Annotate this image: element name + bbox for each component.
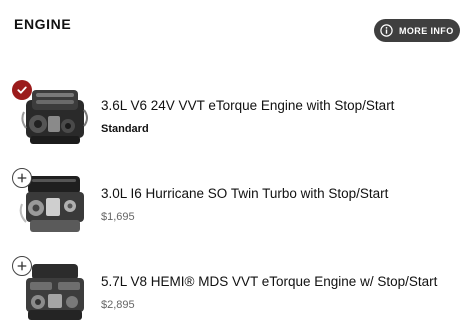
option-name: 5.7L V8 HEMI® MDS VVT eTorque Engine w/ … <box>101 274 438 289</box>
selected-check-icon[interactable] <box>12 80 32 100</box>
section-title: ENGINE <box>14 16 72 32</box>
engine-option-3-6l-v6[interactable]: 3.6L V6 24V VVT eTorque Engine with Stop… <box>0 80 470 160</box>
more-info-label: MORE INFO <box>399 25 454 36</box>
engine-option-5-7l-v8[interactable]: 5.7L V8 HEMI® MDS VVT eTorque Engine w/ … <box>0 256 470 336</box>
option-name: 3.6L V6 24V VVT eTorque Engine with Stop… <box>101 98 395 113</box>
add-icon[interactable] <box>12 256 32 276</box>
option-price: $1,695 <box>101 211 135 223</box>
option-standard-label: Standard <box>101 123 149 135</box>
info-icon <box>380 24 393 37</box>
option-price: $2,895 <box>101 299 135 311</box>
more-info-button[interactable]: MORE INFO <box>374 19 460 42</box>
engine-option-3-0l-i6[interactable]: 3.0L I6 Hurricane SO Twin Turbo with Sto… <box>0 168 470 248</box>
option-name: 3.0L I6 Hurricane SO Twin Turbo with Sto… <box>101 186 389 201</box>
engine-section-header: ENGINE MORE INFO <box>0 0 470 60</box>
add-icon[interactable] <box>12 168 32 188</box>
